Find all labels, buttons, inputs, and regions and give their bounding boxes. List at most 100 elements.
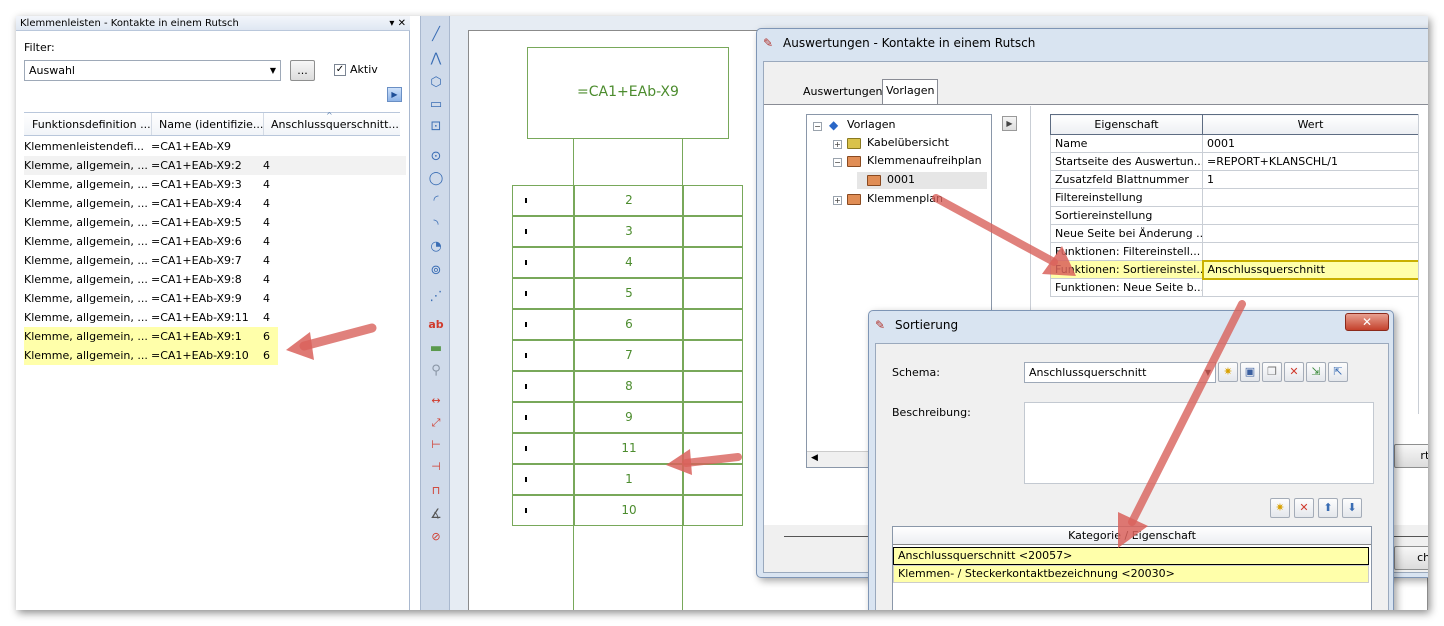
dimension-aligned-icon[interactable]: ⤢ bbox=[427, 414, 445, 432]
cell-definition: Klemme, allgemein, ... bbox=[24, 178, 148, 191]
arrow-down-icon[interactable]: ⬇ bbox=[1342, 498, 1362, 518]
partial-button-1[interactable]: rten bbox=[1394, 444, 1428, 468]
aktiv-checkbox[interactable]: ✓ bbox=[334, 64, 346, 76]
property-row[interactable]: Funktionen: Filtereinstell... bbox=[1050, 242, 1419, 261]
rectangle-tool-icon[interactable]: ▭ bbox=[427, 96, 445, 114]
add-icon[interactable]: ✷ bbox=[1270, 498, 1290, 518]
property-row[interactable]: Zusatzfeld Blattnummer 1 bbox=[1050, 170, 1419, 189]
text-tool-icon[interactable]: ab bbox=[427, 316, 445, 334]
property-row[interactable]: Filtereinstellung bbox=[1050, 188, 1419, 207]
prop-header-wert[interactable]: Wert bbox=[1202, 114, 1419, 135]
dimension-baseline-icon[interactable]: ⊣ bbox=[427, 458, 445, 476]
tab-vorlagen[interactable]: Vorlagen bbox=[882, 79, 939, 104]
property-row[interactable]: Funktionen: Neue Seite b... bbox=[1050, 278, 1419, 297]
property-value[interactable] bbox=[1202, 278, 1419, 297]
column-header-definition[interactable]: Funktionsdefinition ... bbox=[32, 118, 151, 131]
sector-tool-icon[interactable]: ◔ bbox=[427, 238, 445, 256]
sort-criteria-list: Kategorie / Eigenschaft Anschlussquersch… bbox=[892, 526, 1372, 610]
property-value[interactable] bbox=[1202, 242, 1419, 261]
circle-three-point-icon[interactable]: ◯ bbox=[427, 170, 445, 188]
partial-button-2[interactable]: chlie bbox=[1394, 546, 1428, 570]
dimension-linear-icon[interactable]: ↔ bbox=[427, 392, 445, 410]
image-tool-icon[interactable]: ▬ bbox=[427, 340, 445, 358]
export-icon[interactable]: ⇱ bbox=[1328, 362, 1348, 382]
cell-cross-section: 4 bbox=[263, 235, 270, 248]
save-icon[interactable]: ▣ bbox=[1240, 362, 1260, 382]
sort-list-item[interactable]: Klemmen- / Steckerkontaktbezeichnung <20… bbox=[893, 565, 1369, 583]
arrow-up-icon[interactable]: ⬆ bbox=[1318, 498, 1338, 518]
delete-icon[interactable]: ✕ bbox=[1284, 362, 1304, 382]
panel-title-controls[interactable]: ▾ ✕ bbox=[389, 16, 406, 31]
column-header-name[interactable]: Name (identifizie... bbox=[159, 118, 263, 131]
column-header-cross-section[interactable]: Anschlussquerschnitt... bbox=[271, 118, 399, 131]
arc-tool-icon[interactable]: ◜ bbox=[427, 192, 445, 210]
arc-center-icon[interactable]: ◝ bbox=[427, 216, 445, 234]
beschreibung-field[interactable] bbox=[1024, 402, 1374, 484]
terminal-row: 2 bbox=[512, 185, 743, 216]
property-value[interactable] bbox=[1202, 188, 1419, 207]
table-row[interactable]: Klemme, allgemein, ... =CA1+EAb-X9:7 4 bbox=[24, 251, 406, 270]
property-value[interactable]: 0001 bbox=[1202, 134, 1419, 153]
connection-point bbox=[525, 291, 527, 296]
play-icon[interactable]: ▶ bbox=[1002, 116, 1017, 131]
property-row[interactable]: Neue Seite bei Änderung ... bbox=[1050, 224, 1419, 243]
dimension-chain-icon[interactable]: ⊢ bbox=[427, 436, 445, 454]
schema-select[interactable]: Anschlussquerschnitt ▼ bbox=[1024, 362, 1216, 383]
import-icon[interactable]: ⇲ bbox=[1306, 362, 1326, 382]
property-value[interactable] bbox=[1202, 206, 1419, 225]
table-row[interactable]: Klemme, allgemein, ... =CA1+EAb-X9:2 4 bbox=[24, 156, 406, 175]
property-value[interactable]: =REPORT+KLANSCHL/1 bbox=[1202, 152, 1419, 171]
table-row[interactable]: Klemme, allgemein, ... =CA1+EAb-X9:5 4 bbox=[24, 213, 406, 232]
property-row[interactable]: Sortiereinstellung bbox=[1050, 206, 1419, 225]
line-tool-icon[interactable]: ╱ bbox=[427, 26, 445, 44]
play-icon[interactable]: ▶ bbox=[387, 87, 402, 102]
tree-expand-icon[interactable]: + bbox=[833, 196, 842, 205]
property-row[interactable]: Startseite des Auswertun... =REPORT+KLANS… bbox=[1050, 152, 1419, 171]
table-row[interactable]: Klemme, allgemein, ... =CA1+EAb-X9:4 4 bbox=[24, 194, 406, 213]
ellipse-tool-icon[interactable]: ⊚ bbox=[427, 262, 445, 280]
dimension-angle-icon[interactable]: ∡ bbox=[427, 506, 445, 524]
tree-collapse-icon[interactable]: − bbox=[813, 122, 822, 131]
table-row[interactable]: Klemme, allgemein, ... =CA1+EAb-X9:10 6 bbox=[24, 346, 278, 365]
remove-icon[interactable]: ✕ bbox=[1294, 498, 1314, 518]
new-icon[interactable]: ✷ bbox=[1218, 362, 1238, 382]
tree-item-klemmenaufreihplan[interactable]: Klemmenaufreihplan bbox=[867, 152, 982, 170]
tree-item-kabeluebersicht[interactable]: Kabelübersicht bbox=[867, 134, 949, 152]
dimension-ordinate-icon[interactable]: ⊓ bbox=[427, 482, 445, 500]
filter-ellipsis-button[interactable]: ... bbox=[290, 60, 315, 81]
polygon-tool-icon[interactable]: ⬡ bbox=[427, 74, 445, 92]
tree-item-0001[interactable]: 0001 bbox=[887, 171, 915, 189]
property-row[interactable]: Name 0001 bbox=[1050, 134, 1419, 153]
table-row[interactable]: Klemme, allgemein, ... =CA1+EAb-X9:1 6 bbox=[24, 327, 278, 346]
tree-item-vorlagen[interactable]: Vorlagen bbox=[847, 116, 895, 134]
property-value[interactable] bbox=[1202, 224, 1419, 243]
tree-expand-icon[interactable]: + bbox=[833, 140, 842, 149]
table-row[interactable]: Klemme, allgemein, ... =CA1+EAb-X9:6 4 bbox=[24, 232, 406, 251]
spline-tool-icon[interactable]: ⋰ bbox=[427, 288, 445, 306]
sort-list-item[interactable]: Anschlussquerschnitt <20057> bbox=[893, 547, 1369, 565]
frame-tool-icon[interactable]: ⊡ bbox=[427, 118, 445, 136]
circle-tool-icon[interactable]: ⊙ bbox=[427, 148, 445, 166]
close-button[interactable]: ✕ bbox=[1345, 313, 1389, 331]
sort-list-header[interactable]: Kategorie / Eigenschaft bbox=[893, 527, 1371, 545]
property-row[interactable]: Funktionen: Sortiereinstel... Anschlussqu… bbox=[1050, 259, 1420, 280]
polyline-tool-icon[interactable]: ⋀ bbox=[427, 50, 445, 68]
property-value[interactable]: 1 bbox=[1202, 170, 1419, 189]
sort-caret-icon: ^ bbox=[326, 111, 333, 120]
tab-auswertungen[interactable]: Auswertungen bbox=[800, 82, 886, 104]
tree-collapse-icon[interactable]: − bbox=[833, 158, 842, 167]
tree-item-klemmenplan[interactable]: Klemmenplan bbox=[867, 190, 943, 208]
table-row[interactable]: Klemme, allgemein, ... =CA1+EAb-X9:9 4 bbox=[24, 289, 406, 308]
table-row[interactable]: Klemme, allgemein, ... =CA1+EAb-X9:8 4 bbox=[24, 270, 406, 289]
copy-icon[interactable]: ❐ bbox=[1262, 362, 1282, 382]
prop-header-eigenschaft[interactable]: Eigenschaft bbox=[1050, 114, 1203, 135]
filter-select[interactable]: Auswahl ▼ bbox=[24, 60, 281, 81]
property-value[interactable]: Anschlussquerschnitt bbox=[1201, 259, 1420, 280]
terminal-row: 7 bbox=[512, 340, 743, 371]
table-row[interactable]: Klemmenleistendefi... =CA1+EAb-X9 bbox=[24, 137, 406, 156]
dimension-radius-icon[interactable]: ⊘ bbox=[427, 528, 445, 546]
table-row[interactable]: Klemme, allgemein, ... =CA1+EAb-X9:3 4 bbox=[24, 175, 406, 194]
cell-definition: Klemme, allgemein, ... bbox=[24, 159, 148, 172]
link-tool-icon[interactable]: ⚲ bbox=[427, 362, 445, 380]
table-row[interactable]: Klemme, allgemein, ... =CA1+EAb-X9:11 4 bbox=[24, 308, 406, 327]
